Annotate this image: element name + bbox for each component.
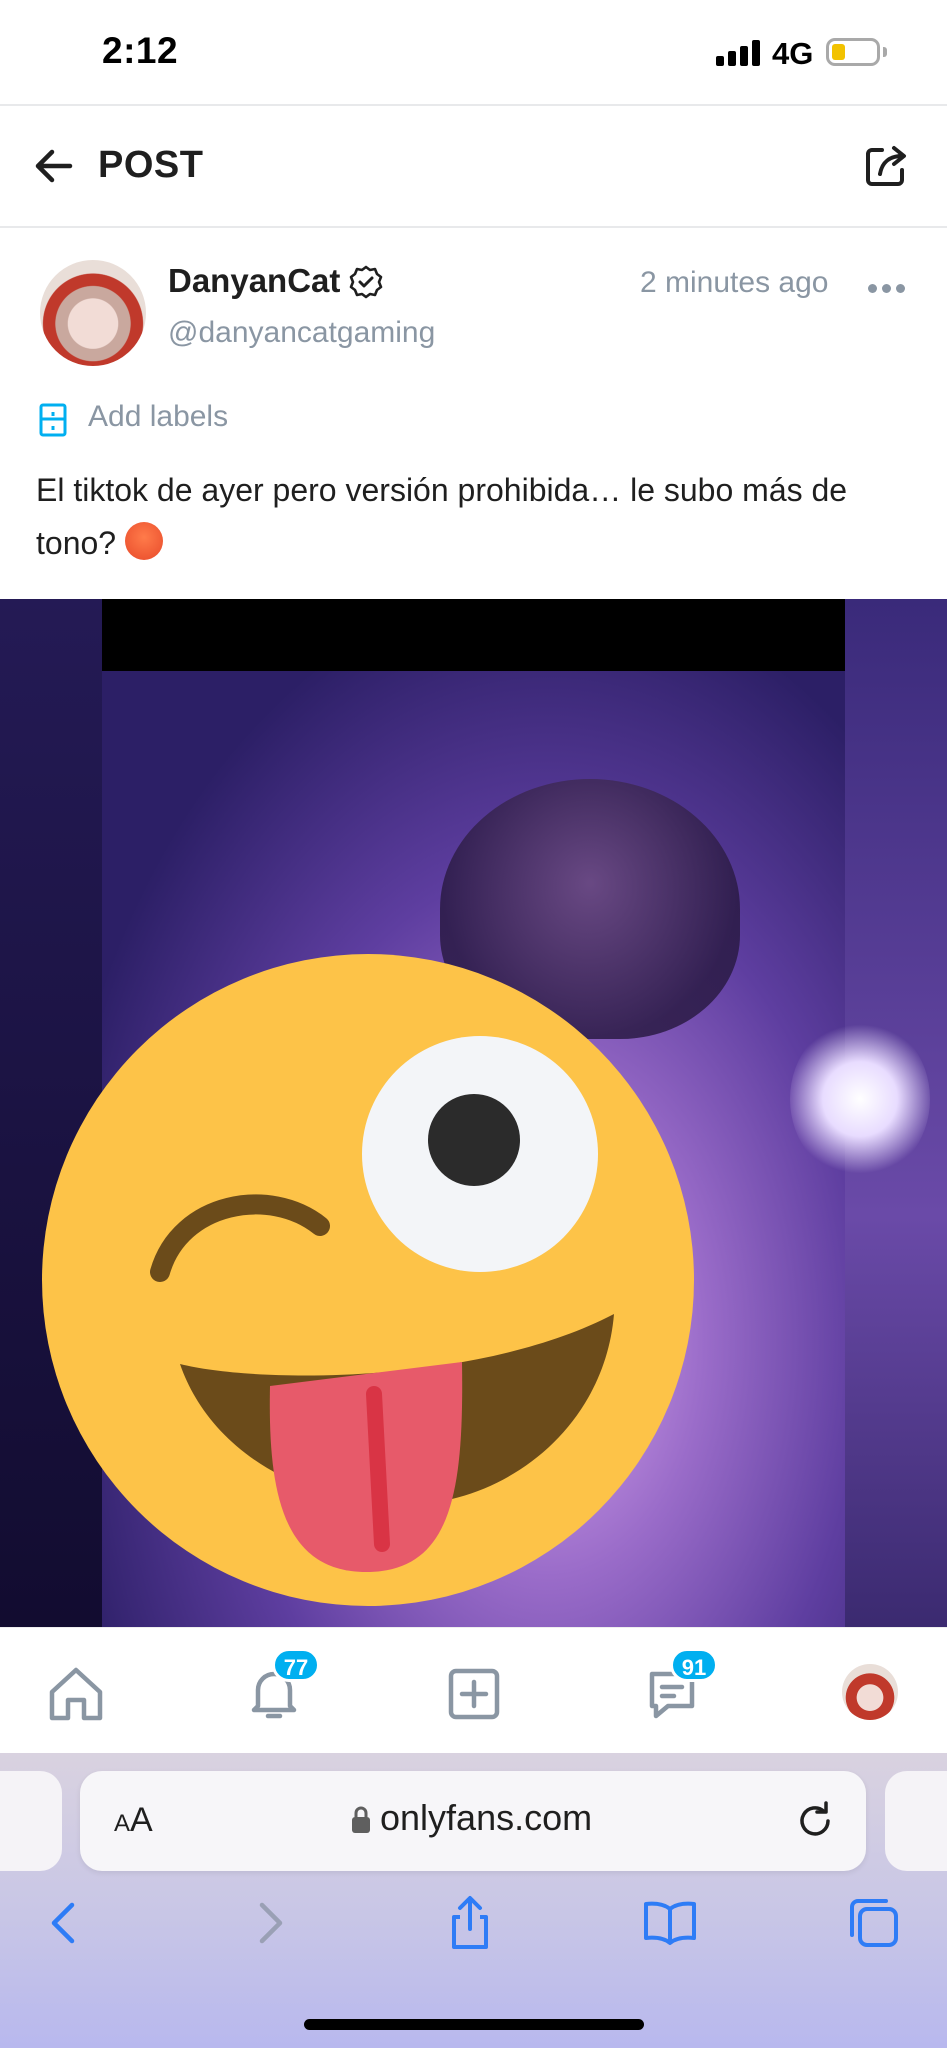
back-arrow-icon[interactable] [30, 142, 78, 190]
media-letterbox [102, 599, 845, 671]
battery-cap [883, 47, 887, 57]
verified-icon [348, 264, 384, 300]
url-text[interactable]: onlyfans.com [380, 1797, 592, 1839]
network-label: 4G [772, 36, 814, 71]
aa-large-label: A [130, 1801, 153, 1839]
bookmarks-icon[interactable] [640, 1893, 700, 1953]
bottom-tab-bar: 77 91 [0, 1627, 947, 1753]
add-post-icon[interactable] [442, 1662, 506, 1726]
page-title: POST [98, 144, 204, 186]
home-icon[interactable] [44, 1662, 108, 1726]
lock-icon [352, 1806, 370, 1833]
next-tab-preview[interactable] [885, 1771, 947, 1871]
home-indicator [304, 2019, 644, 2030]
address-bar[interactable]: AA onlyfans.com [80, 1771, 866, 1871]
reload-icon[interactable] [792, 1797, 838, 1843]
post-media[interactable] [0, 599, 947, 1627]
signal-icon [716, 40, 760, 66]
notifications-tab[interactable]: 77 [242, 1648, 320, 1726]
status-bar: 2:12 4G [0, 0, 947, 104]
browser-toolbar: AA onlyfans.com [0, 1753, 947, 2048]
messages-badge: 91 [670, 1648, 718, 1682]
browser-forward-icon[interactable] [240, 1893, 300, 1953]
previous-tab-preview[interactable] [0, 1771, 62, 1871]
notifications-badge: 77 [272, 1648, 320, 1682]
battery-icon [826, 38, 880, 66]
more-icon[interactable] [868, 280, 912, 296]
browser-back-icon[interactable] [34, 1893, 94, 1953]
hot-face-emoji [124, 522, 163, 560]
author-handle[interactable]: @danyancatgaming [168, 316, 435, 350]
video-light [790, 1019, 930, 1179]
label-icon [39, 403, 67, 437]
post-text: El tiktok de ayer pero versión prohibida… [36, 464, 916, 570]
post-header: POST [0, 104, 947, 228]
winking-tongue-emoji [42, 954, 694, 1606]
share-icon[interactable] [860, 140, 912, 192]
avatar[interactable] [40, 260, 146, 366]
reader-aa-button[interactable]: AA [114, 1801, 153, 1840]
add-labels-label: Add labels [88, 400, 229, 433]
aa-small-label: A [114, 1810, 131, 1837]
author-name[interactable]: DanyanCat [168, 262, 340, 300]
tabs-icon[interactable] [844, 1893, 904, 1953]
browser-share-icon[interactable] [440, 1893, 500, 1953]
post-timestamp: 2 minutes ago [640, 266, 829, 299]
profile-avatar[interactable] [842, 1664, 898, 1720]
status-time: 2:12 [102, 30, 179, 71]
messages-tab[interactable]: 91 [640, 1648, 718, 1726]
